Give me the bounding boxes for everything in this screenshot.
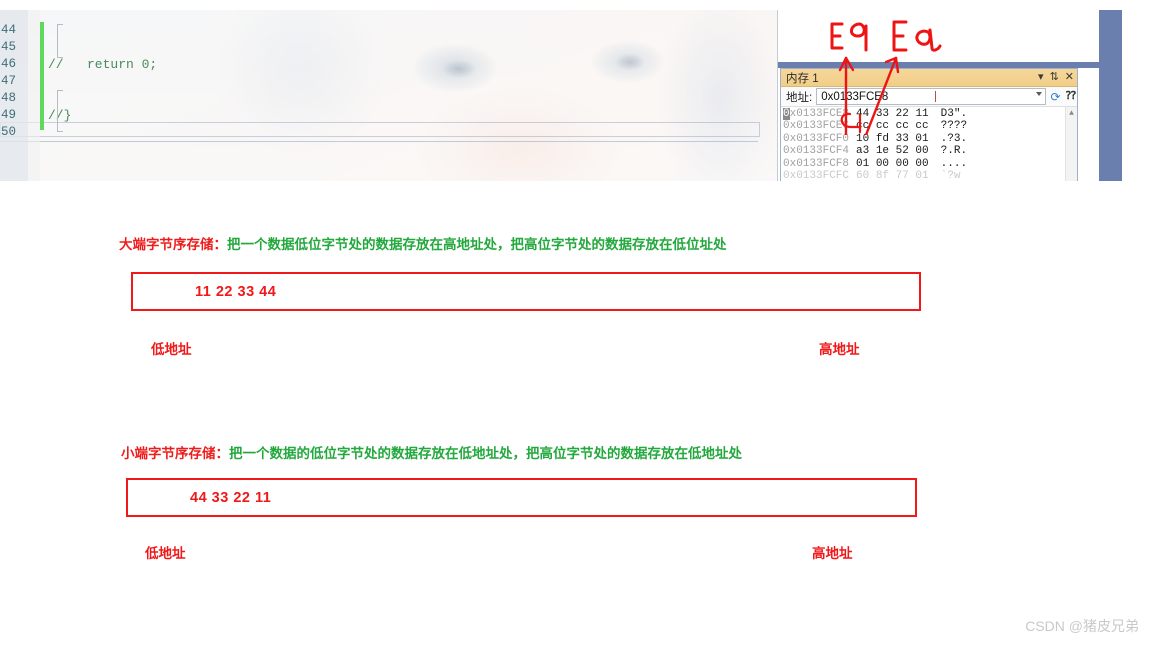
little-endian-term: 小端字节序存储 bbox=[121, 446, 216, 461]
pin-icon[interactable]: ⇅ bbox=[1050, 72, 1059, 83]
handwritten-annotation-layer bbox=[830, 20, 942, 135]
change-indicator-bar bbox=[40, 22, 44, 130]
memory-row-address: 0x0133FCF8 bbox=[783, 157, 850, 170]
big-endian-high-address-label: 高地址 bbox=[819, 342, 860, 357]
memory-row-address: 0x0133FCF4 bbox=[783, 145, 850, 158]
line-number: 48 bbox=[1, 91, 17, 105]
close-icon[interactable]: ✕ bbox=[1065, 72, 1074, 83]
little-endian-description: 小端字节序存储：把一个数据的低位字节处的数据存放在低地址处，把高位字节处的数据存… bbox=[121, 442, 742, 462]
big-endian-description: 大端字节序存储：把一个数据低位字节处的数据存放在高地址处，把高位字节处的数据存放… bbox=[119, 233, 727, 253]
code-line-44: // return 0; bbox=[48, 56, 227, 73]
memory-window-title: 内存 1 bbox=[786, 72, 819, 85]
little-endian-body: 把一个数据的低位字节处的数据存放在低地址处，把高位字节处的数据存放在低地址处 bbox=[229, 446, 742, 461]
big-endian-low-address-label: 低地址 bbox=[151, 342, 192, 357]
annotation-ea-glyph bbox=[892, 20, 942, 52]
memory-row-ascii: `?w bbox=[940, 170, 961, 181]
little-endian-low-address-label: 低地址 bbox=[145, 546, 186, 561]
big-endian-byte-box: 11 22 33 44 bbox=[131, 272, 921, 311]
big-endian-body: 把一个数据低位字节处的数据存放在高地址处，把高位字节处的数据存放在低位址处 bbox=[227, 237, 727, 252]
little-endian-colon: ： bbox=[215, 446, 230, 461]
memory-row: 0x0133FCFC 60 8f 77 01 `?w bbox=[781, 170, 1077, 181]
window-right-blue-bar bbox=[1098, 10, 1122, 181]
memory-row-ascii: ?.R. bbox=[940, 145, 968, 158]
line-number: 45 bbox=[1, 40, 17, 54]
breakpoint-column[interactable] bbox=[28, 10, 40, 181]
explanation-area: 大端字节序存储：把一个数据低位字节处的数据存放在高地址处，把高位字节处的数据存放… bbox=[0, 181, 1151, 649]
memory-row-address: 0x0133FCFC bbox=[783, 170, 850, 181]
window-right-white-area bbox=[1122, 10, 1151, 181]
big-endian-term: 大端字节序存储 bbox=[119, 237, 214, 252]
address-label: 地址: bbox=[786, 91, 813, 104]
memory-vertical-scrollbar[interactable]: ▲ bbox=[1065, 107, 1077, 181]
csdn-watermark: CSDN @猪皮兄弟 bbox=[1025, 618, 1139, 634]
little-endian-byte-value: 44 33 22 11 bbox=[190, 489, 272, 506]
ide-screenshot-strip: 44 45 46 47 48 49 50 // return 0; //} −i… bbox=[0, 10, 1151, 181]
memory-row: 0x0133FCF4 a3 1e 52 00 ?.R. bbox=[781, 145, 1077, 157]
little-endian-byte-box: 44 33 22 11 bbox=[126, 478, 917, 517]
annotation-circle-highlight bbox=[840, 112, 862, 134]
memory-row: 0x0133FCF8 01 00 00 00 .... bbox=[781, 158, 1077, 170]
line-number: 49 bbox=[1, 108, 17, 122]
line-number: 50 bbox=[1, 125, 17, 139]
memory-row-ascii: .... bbox=[940, 157, 968, 170]
memory-row-bytes: a3 1e 52 00 bbox=[856, 145, 929, 158]
line-number: 44 bbox=[1, 23, 17, 37]
code-line-45: //} bbox=[48, 107, 227, 124]
scroll-up-icon[interactable]: ▲ bbox=[1066, 108, 1077, 120]
code-block-bracket bbox=[57, 24, 63, 58]
code-block-bracket-main bbox=[57, 90, 63, 132]
memory-row-bytes: 60 8f 77 01 bbox=[856, 170, 929, 181]
line-number: 47 bbox=[1, 74, 17, 88]
page-root: 44 45 46 47 48 49 50 // return 0; //} −i… bbox=[0, 0, 1151, 649]
chevron-down-icon[interactable]: ▾ bbox=[1038, 72, 1044, 83]
annotation-e9-glyph bbox=[830, 22, 868, 52]
chevron-down-icon[interactable] bbox=[1036, 92, 1042, 96]
code-area[interactable]: // return 0; //} −int main() { int a = 0… bbox=[48, 22, 227, 181]
memory-window-title-buttons: ▾ ⇅ ✕ bbox=[1038, 69, 1074, 86]
memory-row-bytes: 01 00 00 00 bbox=[856, 157, 929, 170]
big-endian-colon: ： bbox=[213, 237, 228, 252]
line-number-column: 44 45 46 47 48 49 50 bbox=[0, 22, 16, 141]
memory-address-cursor: 0 bbox=[783, 108, 790, 120]
annotation-arrow-right bbox=[864, 56, 900, 135]
refresh-icon[interactable]: ⟳ bbox=[1047, 89, 1064, 105]
line-number: 46 bbox=[1, 57, 17, 71]
big-endian-byte-value: 11 22 33 44 bbox=[195, 283, 277, 300]
code-line-44-text: // return 0; bbox=[48, 57, 158, 72]
little-endian-high-address-label: 高地址 bbox=[812, 546, 853, 561]
toolbar-overflow-icon[interactable]: ⁇ bbox=[1064, 89, 1077, 105]
